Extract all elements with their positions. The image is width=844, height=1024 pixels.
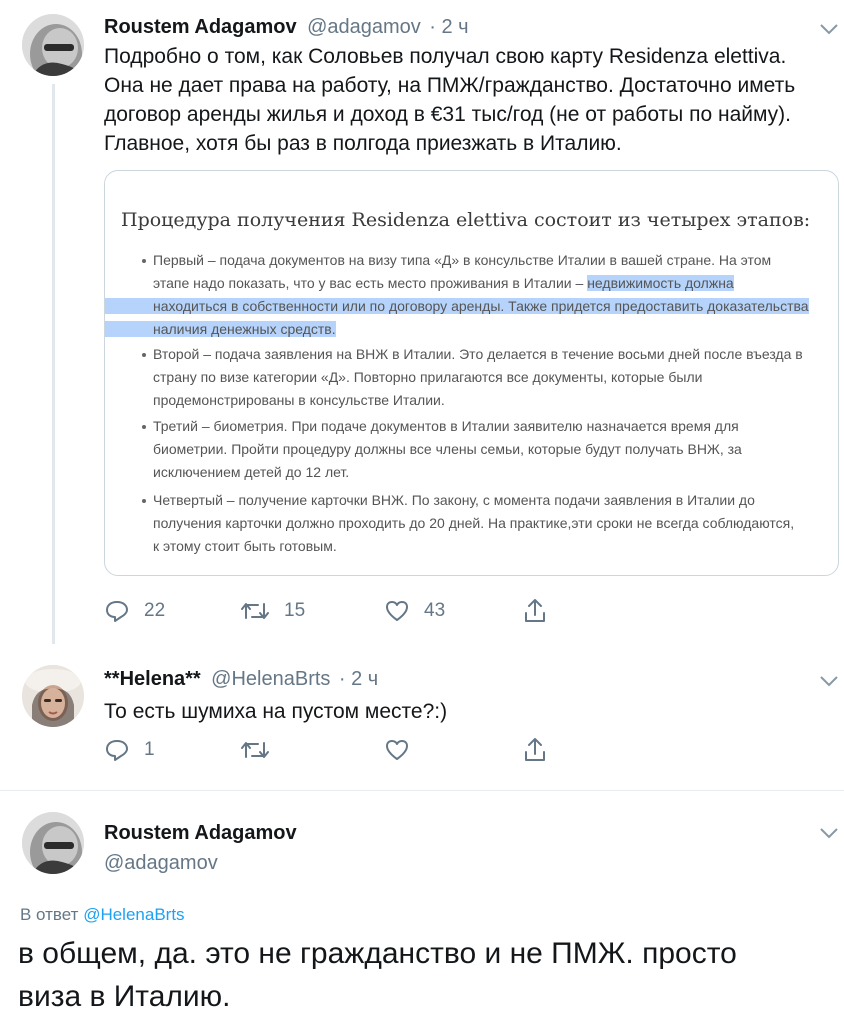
bullet-line: Первый – подача документов на визу типа … <box>153 252 772 268</box>
author-handle[interactable]: @adagamov <box>307 16 421 38</box>
tweet-header: **Helena** @HelenaBrts · 2 ч <box>104 668 378 691</box>
chevron-down-icon[interactable] <box>818 674 840 688</box>
share-button[interactable] <box>522 736 548 764</box>
like-count: 43 <box>424 600 446 621</box>
bullet-line: наличия денежных средств. <box>105 318 823 341</box>
retweet-button[interactable]: 15 <box>240 598 305 624</box>
timestamp[interactable]: · 2 ч <box>339 668 378 690</box>
tweet-text: То есть шумиха на пустом месте?:) <box>104 700 448 723</box>
author-handle[interactable]: @adagamov <box>104 852 218 875</box>
bullet-line: страну по визе категории «Д». Повторно п… <box>153 369 703 385</box>
chevron-down-icon[interactable] <box>818 826 840 840</box>
divider <box>0 790 844 791</box>
avatar[interactable] <box>22 812 84 874</box>
author-handle[interactable]: @HelenaBrts <box>211 668 330 690</box>
text-line: в общем, да. это не гражданство и не ПМЖ… <box>18 937 737 970</box>
card-bullet: Первый – подача документов на визу типа … <box>105 249 823 341</box>
text-line: Подробно о том, как Соловьев получал сво… <box>104 45 787 68</box>
reply-count: 1 <box>144 739 155 760</box>
reply-button[interactable]: 22 <box>104 598 165 624</box>
tweet-header: Roustem Adagamov @adagamov · 2 ч <box>104 16 469 39</box>
text-line: виза в Италию. <box>18 980 231 1013</box>
reply-prefix: В ответ <box>20 905 79 924</box>
author-name[interactable]: Roustem Adagamov <box>104 822 297 845</box>
card-bullet: Четвертый – получение карточки ВНЖ. По з… <box>142 489 823 558</box>
reply-to-link[interactable]: @HelenaBrts <box>83 905 184 924</box>
like-button[interactable] <box>384 737 410 763</box>
retweet-button[interactable] <box>240 737 270 763</box>
card-bullet: Третий – биометрия. При подаче документо… <box>142 415 823 484</box>
bullet-line: продемонстрированы в консульстве Италии. <box>153 392 445 408</box>
tweet-text: в общем, да. это не гражданство и не ПМЖ… <box>18 932 737 1018</box>
highlighted-text: недвижимость должна <box>587 275 734 291</box>
like-button[interactable]: 43 <box>384 598 445 624</box>
attached-image-card[interactable]: Процедура получения Residenza elettiva с… <box>104 170 839 576</box>
share-icon <box>525 599 545 622</box>
chevron-down-icon[interactable] <box>818 22 840 36</box>
bullet-line: этапе надо показать, что у вас есть мест… <box>153 272 823 295</box>
reply-count: 22 <box>144 600 166 621</box>
thread-connector <box>52 84 55 644</box>
retweet-icon <box>241 603 269 619</box>
highlighted-text: наличия денежных средств. <box>105 321 336 337</box>
share-icon <box>525 738 545 761</box>
avatar[interactable] <box>22 14 84 76</box>
reply-button[interactable]: 1 <box>104 737 155 763</box>
text-line: Главное, хотя бы раз в полгода приезжать… <box>104 132 622 155</box>
tweet-text: Подробно о том, как Соловьев получал сво… <box>104 42 795 158</box>
retweet-icon <box>241 742 269 758</box>
share-button[interactable] <box>522 597 548 625</box>
author-name[interactable]: Roustem Adagamov <box>104 16 297 38</box>
timestamp[interactable]: · 2 ч <box>429 16 468 38</box>
bullet-line: получения карточки должно проходить до 2… <box>153 515 795 531</box>
card-title: Процедура получения Residenza elettiva с… <box>121 209 811 231</box>
author-name[interactable]: **Helena** <box>104 668 201 690</box>
bullet-line: исключением детей до 12 лет. <box>153 464 350 480</box>
reply-context: В ответ @HelenaBrts <box>20 905 185 925</box>
retweet-count: 15 <box>284 600 306 621</box>
bullet-line: к этому стоит быть готовым. <box>153 538 337 554</box>
text-line: Она не дает права на работу, на ПМЖ/граж… <box>104 74 796 97</box>
avatar[interactable] <box>22 665 84 727</box>
bullet-line: Второй – подача заявления на ВНЖ в Итали… <box>153 346 803 362</box>
text-line: договор аренды жилья и доход в €31 тыс/г… <box>104 103 791 126</box>
highlighted-text: находиться в собственности или по догово… <box>105 298 809 314</box>
reply-icon <box>106 740 128 761</box>
reply-icon <box>106 601 128 622</box>
bullet-line: находиться в собственности или по догово… <box>105 295 823 318</box>
heart-icon <box>386 740 408 760</box>
bullet-line: биометрии. Пройти процедуру должны все ч… <box>153 441 742 457</box>
bullet-text: этапе надо показать, что у вас есть мест… <box>153 275 588 291</box>
bullet-line: Третий – биометрия. При подаче документо… <box>153 418 739 434</box>
card-bullet: Второй – подача заявления на ВНЖ в Итали… <box>142 343 823 412</box>
heart-icon <box>386 601 408 621</box>
bullet-line: Четвертый – получение карточки ВНЖ. По з… <box>153 492 755 508</box>
